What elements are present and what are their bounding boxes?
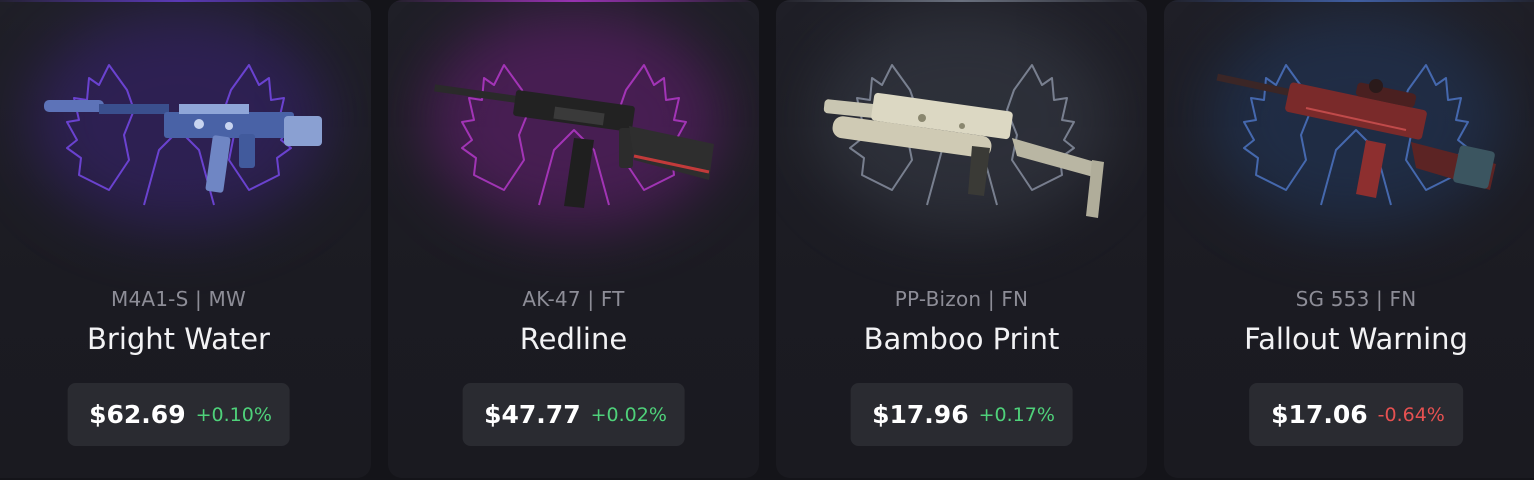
skin-card-ppbizon-bamboo-print[interactable]: PP-Bizon | FN Bamboo Print $17.96 +0.17% bbox=[776, 0, 1147, 478]
m4a1s-bright-water-icon bbox=[43, 100, 322, 193]
skin-meta: PP-Bizon | FN bbox=[894, 287, 1029, 311]
price-change: +0.02% bbox=[590, 403, 667, 426]
skin-card-row: M4A1-S | MW Bright Water $62.69 +0.10% A bbox=[0, 0, 1534, 480]
rarity-line bbox=[1164, 0, 1534, 2]
price-box: $62.69 +0.10% bbox=[67, 383, 290, 446]
skin-card-ak47-redline[interactable]: AK-47 | FT Redline $47.77 +0.02% bbox=[388, 0, 759, 478]
skin-meta: SG 553 | FN bbox=[1295, 287, 1417, 311]
sg553-fallout-warning-icon bbox=[1216, 73, 1496, 198]
ak47-redline-icon bbox=[433, 84, 714, 208]
skin-name: Bamboo Print bbox=[863, 322, 1060, 356]
price-value: $17.06 bbox=[1271, 400, 1368, 429]
skin-name: Bright Water bbox=[87, 322, 270, 356]
price-change: +0.17% bbox=[978, 403, 1055, 426]
price-box: $47.77 +0.02% bbox=[462, 383, 685, 446]
skin-name: Fallout Warning bbox=[1244, 322, 1468, 356]
rarity-line bbox=[776, 0, 1147, 2]
rarity-line bbox=[0, 0, 371, 2]
skin-card-sg553-fallout-warning[interactable]: SG 553 | FN Fallout Warning $17.06 -0.64… bbox=[1164, 0, 1534, 478]
skin-name: Redline bbox=[519, 322, 628, 356]
price-change: +0.10% bbox=[195, 403, 272, 426]
ppbizon-bamboo-print-icon bbox=[823, 92, 1104, 218]
price-value: $62.69 bbox=[89, 400, 186, 429]
skin-card-m4a1s-bright-water[interactable]: M4A1-S | MW Bright Water $62.69 +0.10% bbox=[0, 0, 371, 478]
price-value: $17.96 bbox=[872, 400, 969, 429]
price-change: -0.64% bbox=[1377, 403, 1445, 426]
skin-meta: M4A1-S | MW bbox=[111, 287, 246, 311]
price-box: $17.06 -0.64% bbox=[1249, 383, 1463, 446]
rarity-line bbox=[388, 0, 759, 2]
price-value: $47.77 bbox=[484, 400, 581, 429]
price-box: $17.96 +0.17% bbox=[850, 383, 1073, 446]
skin-meta: AK-47 | FT bbox=[522, 287, 625, 311]
